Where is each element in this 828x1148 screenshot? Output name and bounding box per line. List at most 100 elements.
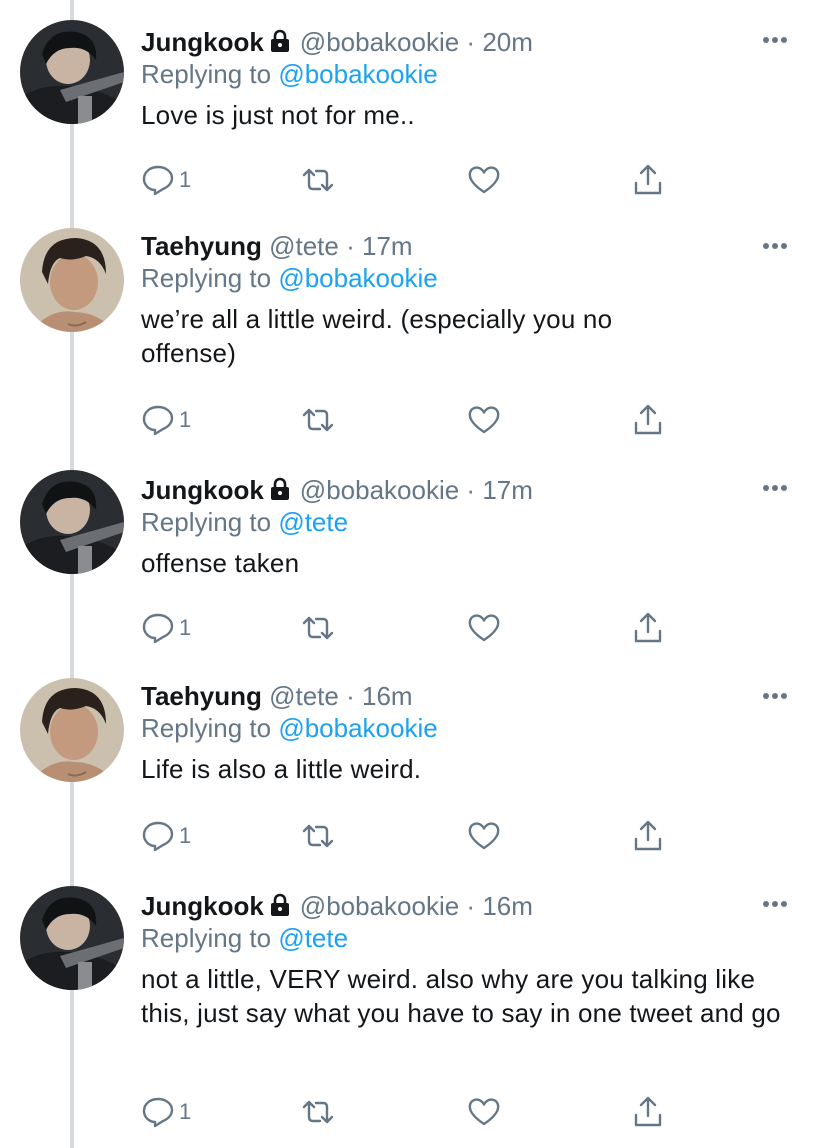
- tweet-actions: 1: [141, 818, 681, 854]
- retweet-button[interactable]: [301, 1094, 335, 1130]
- avatar[interactable]: [20, 20, 124, 124]
- timestamp[interactable]: 16m: [482, 891, 533, 921]
- replying-to-line: Replying to @tete: [141, 506, 788, 538]
- reply-count: 1: [179, 1099, 192, 1124]
- tweet-actions: 1: [141, 162, 681, 198]
- reply-count: 1: [179, 615, 192, 640]
- replying-to-line: Replying to @bobakookie: [141, 58, 788, 90]
- avatar[interactable]: [20, 470, 124, 574]
- tweet-text: not a little, VERY weird. also why are y…: [141, 964, 781, 1028]
- like-button[interactable]: [467, 1094, 501, 1130]
- share-icon: [634, 1096, 662, 1127]
- avatar[interactable]: [20, 886, 124, 990]
- retweet-icon: [302, 616, 334, 640]
- retweet-button[interactable]: [301, 402, 335, 438]
- tweet-text: Love is just not for me..: [141, 100, 415, 130]
- reply-icon: [142, 613, 174, 644]
- reply-button[interactable]: 1: [141, 818, 191, 854]
- replying-to-label: Replying to: [141, 507, 272, 537]
- avatar-jungkook-image: [20, 886, 124, 990]
- replying-to-mention[interactable]: @bobakookie: [278, 263, 437, 293]
- separator-dot: ·: [346, 231, 355, 261]
- like-button[interactable]: [467, 818, 501, 854]
- display-name[interactable]: Jungkook: [141, 475, 264, 505]
- avatar-jungkook-image: [20, 20, 124, 124]
- share-icon: [634, 164, 662, 195]
- replying-to-mention[interactable]: @bobakookie: [278, 59, 437, 89]
- tweet-text: offense taken: [141, 548, 300, 578]
- reply-icon: [142, 821, 174, 852]
- retweet-button[interactable]: [301, 610, 335, 646]
- retweet-button[interactable]: [301, 818, 335, 854]
- avatar[interactable]: [20, 228, 124, 332]
- like-button[interactable]: [467, 162, 501, 198]
- user-handle[interactable]: @tete: [269, 231, 339, 261]
- replying-to-mention[interactable]: @bobakookie: [278, 713, 437, 743]
- reply-button[interactable]: 1: [141, 402, 191, 438]
- more-icon[interactable]: [762, 484, 788, 492]
- replying-to-label: Replying to: [141, 59, 272, 89]
- heart-icon: [468, 406, 500, 434]
- share-button[interactable]: [631, 162, 665, 198]
- separator-dot: ·: [466, 475, 476, 505]
- display-name[interactable]: Taehyung: [141, 231, 262, 261]
- display-name[interactable]: Taehyung: [141, 681, 262, 711]
- tweet-actions: 1: [141, 402, 681, 438]
- separator-dot: ·: [466, 27, 476, 57]
- more-icon[interactable]: [762, 242, 788, 250]
- separator-dot: ·: [466, 891, 476, 921]
- retweet-button[interactable]: [301, 162, 335, 198]
- reply-button[interactable]: 1: [141, 162, 191, 198]
- user-handle[interactable]: @bobakookie: [300, 475, 459, 505]
- reply-count: 1: [179, 823, 192, 848]
- display-name[interactable]: Jungkook: [141, 891, 264, 921]
- retweet-icon: [302, 824, 334, 848]
- timestamp[interactable]: 17m: [362, 231, 413, 261]
- more-icon[interactable]: [762, 36, 788, 44]
- user-handle[interactable]: @bobakookie: [300, 891, 459, 921]
- timestamp[interactable]: 16m: [362, 681, 413, 711]
- share-button[interactable]: [631, 610, 665, 646]
- reply-count: 1: [179, 167, 192, 192]
- timestamp[interactable]: 17m: [482, 475, 533, 505]
- retweet-icon: [302, 408, 334, 432]
- retweet-icon: [302, 1100, 334, 1124]
- avatar[interactable]: [20, 678, 124, 782]
- share-icon: [634, 820, 662, 851]
- reply-button[interactable]: 1: [141, 610, 191, 646]
- reply-icon: [142, 1097, 174, 1128]
- like-button[interactable]: [467, 610, 501, 646]
- heart-icon: [468, 166, 500, 194]
- share-button[interactable]: [631, 1094, 665, 1130]
- tweet-text: we’re all a little weird. (especially yo…: [141, 304, 613, 368]
- user-handle[interactable]: @tete: [269, 681, 339, 711]
- heart-icon: [468, 1098, 500, 1126]
- more-icon[interactable]: [762, 692, 788, 700]
- share-button[interactable]: [631, 818, 665, 854]
- avatar-jungkook-image: [20, 470, 124, 574]
- replying-to-mention[interactable]: @tete: [278, 923, 348, 953]
- more-icon[interactable]: [762, 900, 788, 908]
- share-icon: [634, 612, 662, 643]
- lock-icon: [270, 477, 289, 500]
- avatar-taehyung-image: [20, 228, 124, 332]
- user-handle[interactable]: @bobakookie: [300, 27, 459, 57]
- replying-to-label: Replying to: [141, 713, 272, 743]
- replying-to-label: Replying to: [141, 923, 272, 953]
- heart-icon: [468, 614, 500, 642]
- replying-to-label: Replying to: [141, 263, 272, 293]
- tweet-text: Life is also a little weird.: [141, 754, 422, 784]
- replying-to-mention[interactable]: @tete: [278, 507, 348, 537]
- tweet-actions: 1: [141, 1094, 681, 1130]
- reply-count: 1: [179, 407, 192, 432]
- reply-icon: [142, 165, 174, 196]
- timestamp[interactable]: 20m: [482, 27, 533, 57]
- separator-dot: ·: [346, 681, 355, 711]
- replying-to-line: Replying to @bobakookie: [141, 262, 788, 294]
- retweet-icon: [302, 168, 334, 192]
- reply-button[interactable]: 1: [141, 1094, 191, 1130]
- share-button[interactable]: [631, 402, 665, 438]
- replying-to-line: Replying to @bobakookie: [141, 712, 788, 744]
- like-button[interactable]: [467, 402, 501, 438]
- display-name[interactable]: Jungkook: [141, 27, 264, 57]
